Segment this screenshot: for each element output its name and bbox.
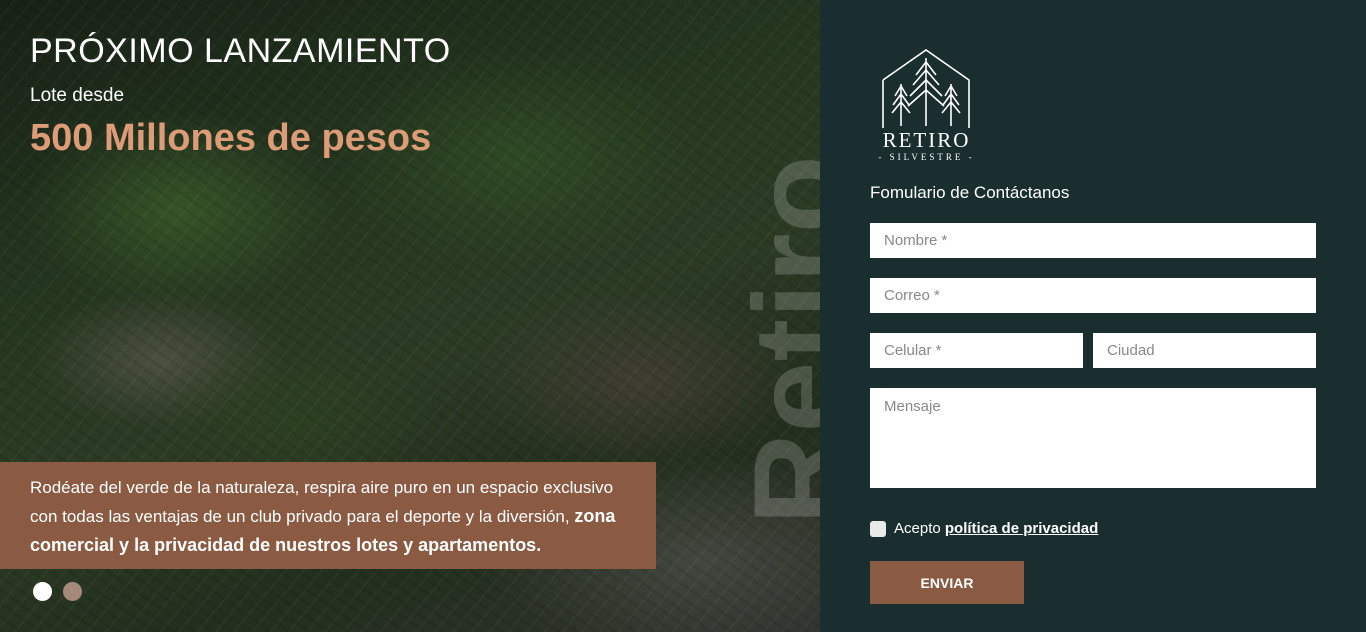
consent-prefix: Acepto [894,520,945,537]
pine-trees-icon [882,49,970,128]
consent-label: Acepto política de privacidad [894,520,1098,537]
launch-title: PRÓXIMO LANZAMIENTO [30,32,451,70]
email-input[interactable] [870,278,1316,313]
brand-name: RETIRO [882,128,971,152]
form-title: Fomulario de Contáctanos [870,183,1070,202]
hero-section: PRÓXIMO LANZAMIENTO Lote desde 500 Millo… [0,0,820,632]
slider-dots [33,582,82,601]
brand-tagline: - SILVESTRE - [878,152,975,162]
name-input[interactable] [870,223,1316,258]
phone-input[interactable] [870,333,1083,368]
privacy-policy-link[interactable]: política de privacidad [945,520,1098,537]
slider-dot-1[interactable] [33,582,52,601]
message-textarea[interactable] [870,388,1316,488]
brand-logo[interactable]: RETIRO - SILVESTRE - [875,48,985,166]
city-input[interactable] [1093,333,1316,368]
privacy-checkbox[interactable] [870,520,886,537]
privacy-consent: Acepto política de privacidad [870,520,1098,537]
submit-button[interactable]: ENVIAR [870,561,1024,604]
lot-price-label: Lote desde [30,85,125,106]
watermark-text: Retiro [735,155,820,525]
description-text: Rodéate del verde de la naturaleza, resp… [30,478,614,526]
contact-panel: RETIRO - SILVESTRE - Fomulario de Contác… [820,0,1366,632]
lot-price: 500 Millones de pesos [30,117,432,159]
hero-description: Rodéate del verde de la naturaleza, resp… [0,462,656,569]
slider-dot-2[interactable] [63,582,82,601]
